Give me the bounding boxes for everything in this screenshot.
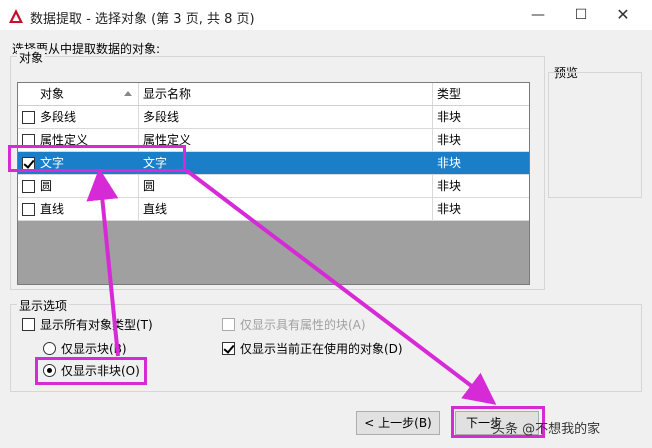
back-button[interactable]: < 上一步(B) <box>356 411 440 435</box>
column-header-type[interactable]: 类型 <box>433 83 529 105</box>
row-object-name: 圆 <box>40 179 53 193</box>
column-header-object[interactable]: 对象 <box>18 83 139 105</box>
window-title: 数据提取 - 选择对象 (第 3 页, 共 8 页) <box>30 12 255 27</box>
row-checkbox[interactable] <box>22 203 35 216</box>
display-options-legend: 显示选项 <box>17 297 70 314</box>
column-header-display-name[interactable]: 显示名称 <box>139 83 433 105</box>
show-all-types-checkbox[interactable] <box>22 318 35 331</box>
autocad-logo-icon <box>9 9 23 23</box>
list-header: 对象 显示名称 类型 <box>18 83 529 106</box>
in-use-only-checkbox[interactable] <box>222 342 235 355</box>
table-row[interactable]: 直线 直线 非块 <box>18 198 529 221</box>
blocks-only-radio[interactable] <box>43 342 56 355</box>
preview-box <box>548 72 642 198</box>
table-row[interactable]: 多段线 多段线 非块 <box>18 106 529 129</box>
close-button[interactable]: ✕ <box>612 5 634 25</box>
minimize-button[interactable]: — <box>527 5 549 25</box>
table-row[interactable]: 圆 圆 非块 <box>18 175 529 198</box>
maximize-button[interactable]: ☐ <box>570 5 592 25</box>
object-list[interactable]: 对象 显示名称 类型 多段线 多段线 非块 属性定义 属性定义 非块 文字 文字… <box>17 82 530 285</box>
row-display-name: 直线 <box>139 198 433 220</box>
watermark-text: 头条 @不想我的家 <box>492 422 601 437</box>
highlight-selected-row <box>8 145 186 172</box>
row-checkbox[interactable] <box>22 111 35 124</box>
row-object-name: 多段线 <box>40 110 77 124</box>
row-display-name: 圆 <box>139 175 433 197</box>
row-type: 非块 <box>437 202 462 216</box>
in-use-only-label: 仅显示当前正在使用的对象(D) <box>240 342 403 356</box>
row-type: 非块 <box>437 179 462 193</box>
row-type: 非块 <box>437 133 462 147</box>
show-all-types-label: 显示所有对象类型(T) <box>40 318 153 332</box>
row-object-name: 直线 <box>40 202 65 216</box>
row-checkbox[interactable] <box>22 180 35 193</box>
blocks-with-attributes-checkbox <box>222 318 235 331</box>
highlight-non-blocks-option <box>35 357 147 385</box>
row-type: 非块 <box>437 156 462 170</box>
sort-ascending-icon <box>124 91 132 96</box>
blocks-only-label: 仅显示块(B) <box>61 342 127 356</box>
row-display-name: 多段线 <box>139 106 433 128</box>
blocks-with-attributes-label: 仅显示具有属性的块(A) <box>240 318 366 332</box>
title-bar: 数据提取 - 选择对象 (第 3 页, 共 8 页) — ☐ ✕ <box>0 0 652 30</box>
row-type: 非块 <box>437 110 462 124</box>
objects-group-legend: 对象 <box>17 49 46 66</box>
